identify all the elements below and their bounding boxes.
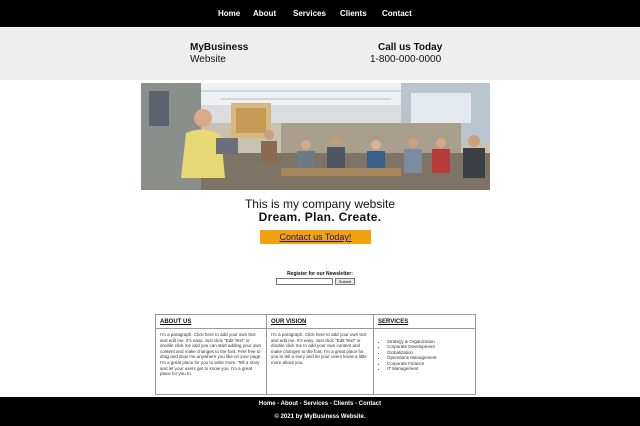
hero-image	[141, 83, 490, 190]
brand-subtitle: Website	[190, 54, 226, 65]
our-vision-heading: OUR VISION	[267, 315, 373, 329]
newsletter-submit-button[interactable]: Submit	[335, 278, 355, 285]
nav-services[interactable]: Services	[293, 9, 326, 18]
top-nav: Home About Services Clients Contact	[0, 0, 640, 27]
footer-link-home[interactable]: Home	[259, 401, 276, 407]
nav-contact[interactable]: Contact	[382, 9, 412, 18]
newsletter-label: Register for our Newsletter:	[287, 271, 353, 277]
footer: Home - About - Services - Clients - Cont…	[0, 397, 640, 426]
footer-link-services[interactable]: Services	[303, 401, 328, 407]
header-band: MyBusiness Website Call us Today 1-800-0…	[0, 27, 640, 80]
nav-home[interactable]: Home	[218, 9, 240, 18]
company-tagline: This is my company website	[244, 197, 396, 211]
about-us-column: ABOUT US I'm a paragraph. Click here to …	[156, 315, 266, 394]
headline: Dream. Plan. Create.	[258, 210, 382, 224]
services-list-wrapper: Strategy & Organization Corporate Develo…	[374, 329, 475, 374]
contact-us-button[interactable]: Contact us Today!	[260, 230, 371, 244]
footer-link-contact[interactable]: Contact	[359, 401, 381, 407]
footer-links: Home - About - Services - Clients - Cont…	[0, 401, 640, 407]
our-vision-column: OUR VISION I'm a paragraph. Click here t…	[266, 315, 373, 394]
footer-link-clients[interactable]: Clients	[333, 401, 353, 407]
services-list: Strategy & Organization Corporate Develo…	[387, 339, 471, 371]
about-us-text: I'm a paragraph. Click here to add your …	[160, 332, 262, 377]
service-item: IT Management	[387, 366, 471, 371]
office-meeting-photo	[141, 83, 490, 190]
about-us-heading: ABOUT US	[156, 315, 266, 329]
nav-about[interactable]: About	[253, 9, 276, 18]
brand-name: MyBusiness	[190, 42, 249, 53]
info-columns: ABOUT US I'm a paragraph. Click here to …	[155, 314, 476, 395]
our-vision-text: I'm a paragraph. Click here to add your …	[271, 332, 367, 365]
copyright-text: © 2021 by MyBusiness Website.	[274, 414, 366, 420]
services-heading: SERVICES	[374, 315, 475, 329]
newsletter-email-input[interactable]	[276, 278, 333, 285]
services-column: SERVICES Strategy & Organization Corpora…	[373, 315, 475, 394]
phone-number: 1-800-000-0000	[370, 54, 442, 65]
footer-link-about[interactable]: About	[281, 401, 298, 407]
call-us-title: Call us Today	[378, 42, 443, 53]
nav-clients[interactable]: Clients	[340, 9, 367, 18]
